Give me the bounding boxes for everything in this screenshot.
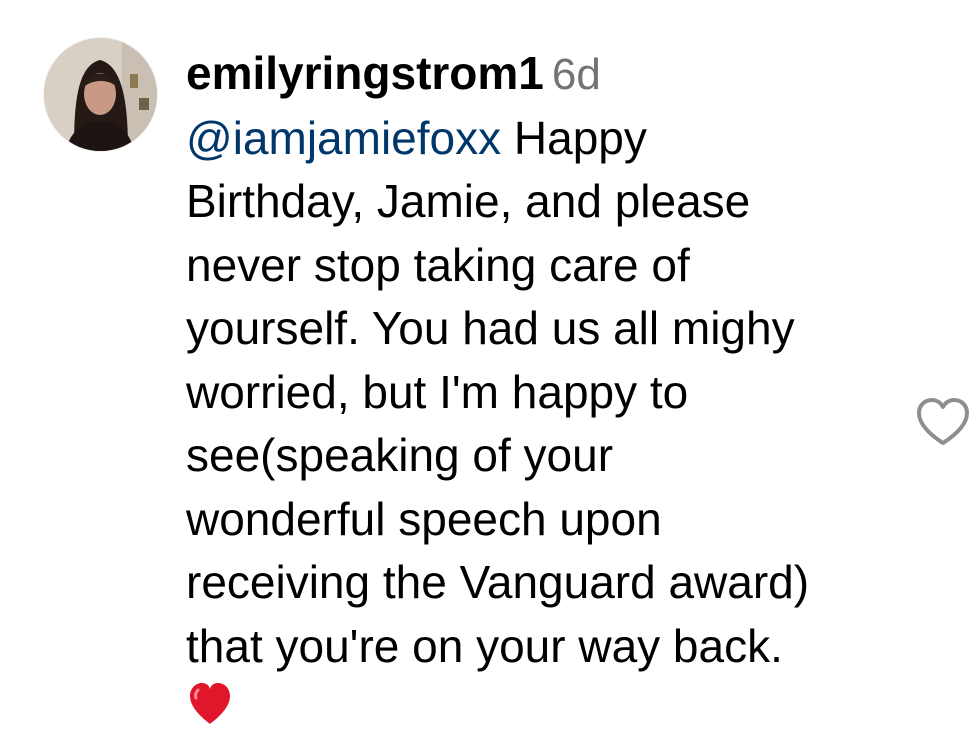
comment-line: worried, but I'm happy to bbox=[186, 365, 689, 418]
comment-line: @iamjamiefoxx Happy bbox=[186, 107, 886, 171]
red-heart-emoji-icon bbox=[186, 680, 234, 728]
comment-line: Birthday, Jamie, and please bbox=[186, 175, 751, 227]
comment-header: emilyringstrom1 6d bbox=[186, 42, 886, 107]
comment-line: wonderful speech upon bbox=[186, 492, 662, 545]
avatar[interactable] bbox=[44, 38, 157, 151]
heart-outline-icon bbox=[917, 398, 969, 445]
like-button[interactable] bbox=[914, 395, 972, 449]
comment-line: that you're on your way back. bbox=[186, 619, 783, 672]
comment-body: emilyringstrom1 6d @iamjamiefoxx Happy Bi… bbox=[186, 42, 886, 728]
avatar-photo bbox=[44, 38, 157, 151]
comment-line: never stop taking care of bbox=[186, 238, 690, 291]
comment: emilyringstrom1 6d @iamjamiefoxx Happy Bi… bbox=[0, 0, 980, 735]
comment-line: yourself. You had us all mighy bbox=[186, 302, 795, 354]
comment-line: see(speaking of your bbox=[186, 429, 614, 481]
mention-link[interactable]: @iamjamiefoxx bbox=[186, 112, 501, 164]
comment-timestamp[interactable]: 6d bbox=[552, 50, 601, 99]
comment-line: receiving the Vanguard award) bbox=[186, 556, 810, 608]
comment-text: Happy bbox=[501, 111, 647, 164]
username-link[interactable]: emilyringstrom1 bbox=[186, 47, 544, 99]
